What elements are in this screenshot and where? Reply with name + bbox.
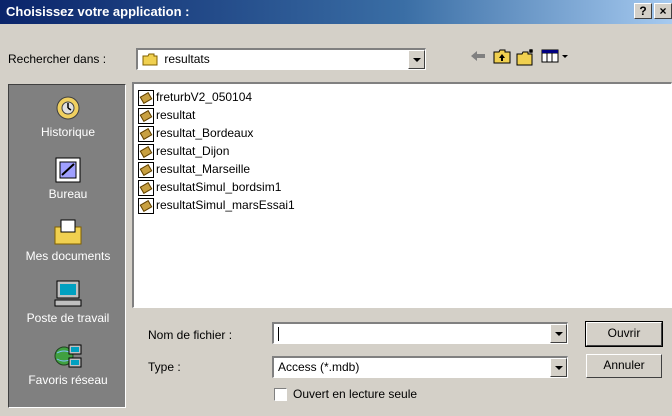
- access-file-icon: [138, 143, 154, 160]
- access-file-icon: [138, 197, 154, 214]
- open-button[interactable]: Ouvrir: [585, 321, 663, 347]
- filetype-value: Access (*.mdb): [278, 360, 360, 374]
- list-item[interactable]: resultat_Dijon: [138, 142, 229, 160]
- filename-dropdown-arrow[interactable]: [550, 324, 567, 343]
- title-bar: Choisissez votre application :: [0, 0, 672, 24]
- filetype-label: Type :: [148, 360, 181, 374]
- places-bar: Historique Bureau Mes documents Poste de…: [8, 84, 126, 408]
- access-file-icon: [138, 107, 154, 124]
- list-item[interactable]: resultat_Marseille: [138, 160, 250, 178]
- place-my-computer[interactable]: Poste de travail: [9, 279, 127, 325]
- back-icon[interactable]: [468, 48, 488, 68]
- access-file-icon: [138, 89, 154, 106]
- view-menu-icon[interactable]: [540, 48, 570, 68]
- look-in-label: Rechercher dans :: [8, 52, 107, 66]
- look-in-dropdown[interactable]: resultats: [136, 48, 426, 70]
- my-documents-icon: [52, 217, 84, 247]
- place-desktop[interactable]: Bureau: [9, 155, 127, 201]
- cancel-button[interactable]: Annuler: [586, 354, 662, 378]
- up-folder-icon[interactable]: [492, 48, 512, 68]
- list-item[interactable]: resultatSimul_bordsim1: [138, 178, 281, 196]
- folder-icon: [142, 53, 158, 66]
- text-cursor: [278, 327, 279, 341]
- close-button[interactable]: ×: [654, 3, 672, 19]
- access-file-icon: [138, 125, 154, 142]
- look-in-value: resultats: [142, 52, 210, 66]
- my-computer-icon: [52, 279, 84, 309]
- list-item[interactable]: resultat_Bordeaux: [138, 124, 253, 142]
- filename-label: Nom de fichier :: [148, 328, 233, 342]
- filetype-dropdown[interactable]: Access (*.mdb): [272, 356, 568, 378]
- place-network[interactable]: Favoris réseau: [9, 341, 127, 387]
- access-file-icon: [138, 179, 154, 196]
- desktop-icon: [52, 155, 84, 185]
- list-item[interactable]: resultatSimul_marsEssai1: [138, 196, 295, 214]
- place-history[interactable]: Historique: [9, 93, 127, 139]
- filename-input[interactable]: [272, 322, 568, 344]
- file-list[interactable]: freturbV2_050104 resultat resultat_Borde…: [132, 82, 672, 308]
- look-in-dropdown-arrow[interactable]: [408, 50, 425, 69]
- help-button[interactable]: ?: [634, 3, 652, 19]
- history-icon: [52, 93, 84, 123]
- list-item[interactable]: resultat: [138, 106, 195, 124]
- place-my-documents[interactable]: Mes documents: [9, 217, 127, 263]
- readonly-label: Ouvert en lecture seule: [293, 387, 418, 401]
- readonly-checkbox[interactable]: [274, 388, 287, 401]
- new-folder-icon[interactable]: [516, 48, 536, 68]
- window-title: Choisissez votre application :: [6, 4, 190, 19]
- list-item[interactable]: freturbV2_050104: [138, 88, 252, 106]
- network-places-icon: [52, 341, 84, 371]
- filetype-dropdown-arrow[interactable]: [550, 358, 567, 377]
- access-file-icon: [138, 161, 154, 178]
